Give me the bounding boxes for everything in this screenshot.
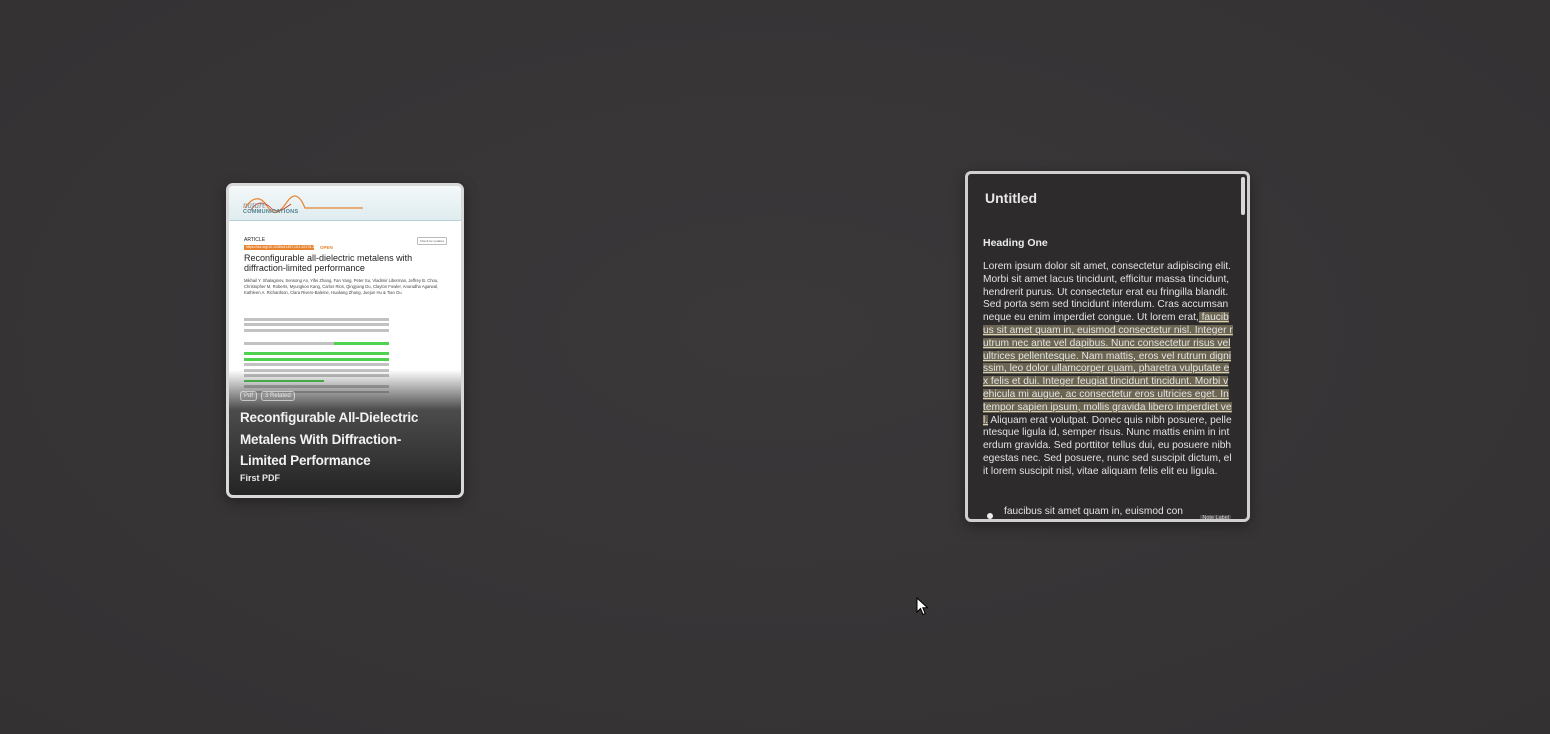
highlighted-line: [333, 341, 389, 345]
note-scrollbar[interactable]: [1241, 177, 1245, 215]
highlighted-passage[interactable]: faucibus sit amet quam in, euismod conse…: [983, 312, 1233, 426]
paper-authors: Mikhail Y. Shalaginov, Sensong An, Yifei…: [244, 278, 439, 295]
mouse-cursor-icon: [916, 597, 929, 616]
check-updates-badge: Check for updates: [417, 237, 447, 245]
highlighted-line: [244, 357, 389, 361]
text-line: [244, 323, 389, 327]
note-body[interactable]: Lorem ipsum dolor sit amet, consectetur …: [983, 261, 1233, 479]
body-text: Aliquam erat volutpat. Donec quis nibh p…: [983, 414, 1232, 477]
text-line: [244, 318, 389, 321]
pdf-card-subtitle: First PDF: [240, 473, 281, 483]
pdf-card[interactable]: nature COMMUNICATIONS ARTICLE https://do…: [226, 183, 464, 498]
pdf-card-title: Reconfigurable All-Dielectric Metalens W…: [240, 410, 419, 468]
text-line: [244, 363, 389, 367]
doi-link: https://doi.org/10.1038/s41467-021-22178…: [244, 245, 314, 250]
type-chip[interactable]: Pdf: [240, 391, 258, 401]
text-line: [244, 328, 389, 332]
article-kicker: ARTICLE: [244, 237, 266, 243]
note-label-tag[interactable]: Note Label: [1200, 515, 1231, 519]
bullet-icon: [987, 513, 993, 519]
body-text: Lorem ipsum dolor sit amet, consectetur …: [983, 261, 1232, 324]
journal-header: nature COMMUNICATIONS: [229, 186, 461, 221]
related-chip[interactable]: 3 Related: [261, 391, 295, 401]
text-line: [244, 341, 334, 345]
open-access-tag: OPEN: [320, 245, 333, 250]
note-title[interactable]: Untitled: [985, 190, 1037, 206]
note-heading: Heading One: [983, 237, 1048, 249]
note-label-text: faucibus sit amet quam in, euismod con: [1004, 506, 1183, 517]
paper-title: Reconfigurable all-dielectric metalens w…: [244, 253, 413, 273]
canvas[interactable]: nature COMMUNICATIONS ARTICLE https://do…: [0, 0, 1550, 734]
note-label-row[interactable]: faucibus sit amet quam in, euismod con N…: [983, 505, 1243, 519]
pdf-chips: Pdf 3 Related: [240, 391, 295, 401]
journal-subname: COMMUNICATIONS: [243, 209, 299, 215]
highlighted-line: [244, 352, 389, 356]
note-card[interactable]: Untitled Heading One Lorem ipsum dolor s…: [965, 171, 1250, 522]
